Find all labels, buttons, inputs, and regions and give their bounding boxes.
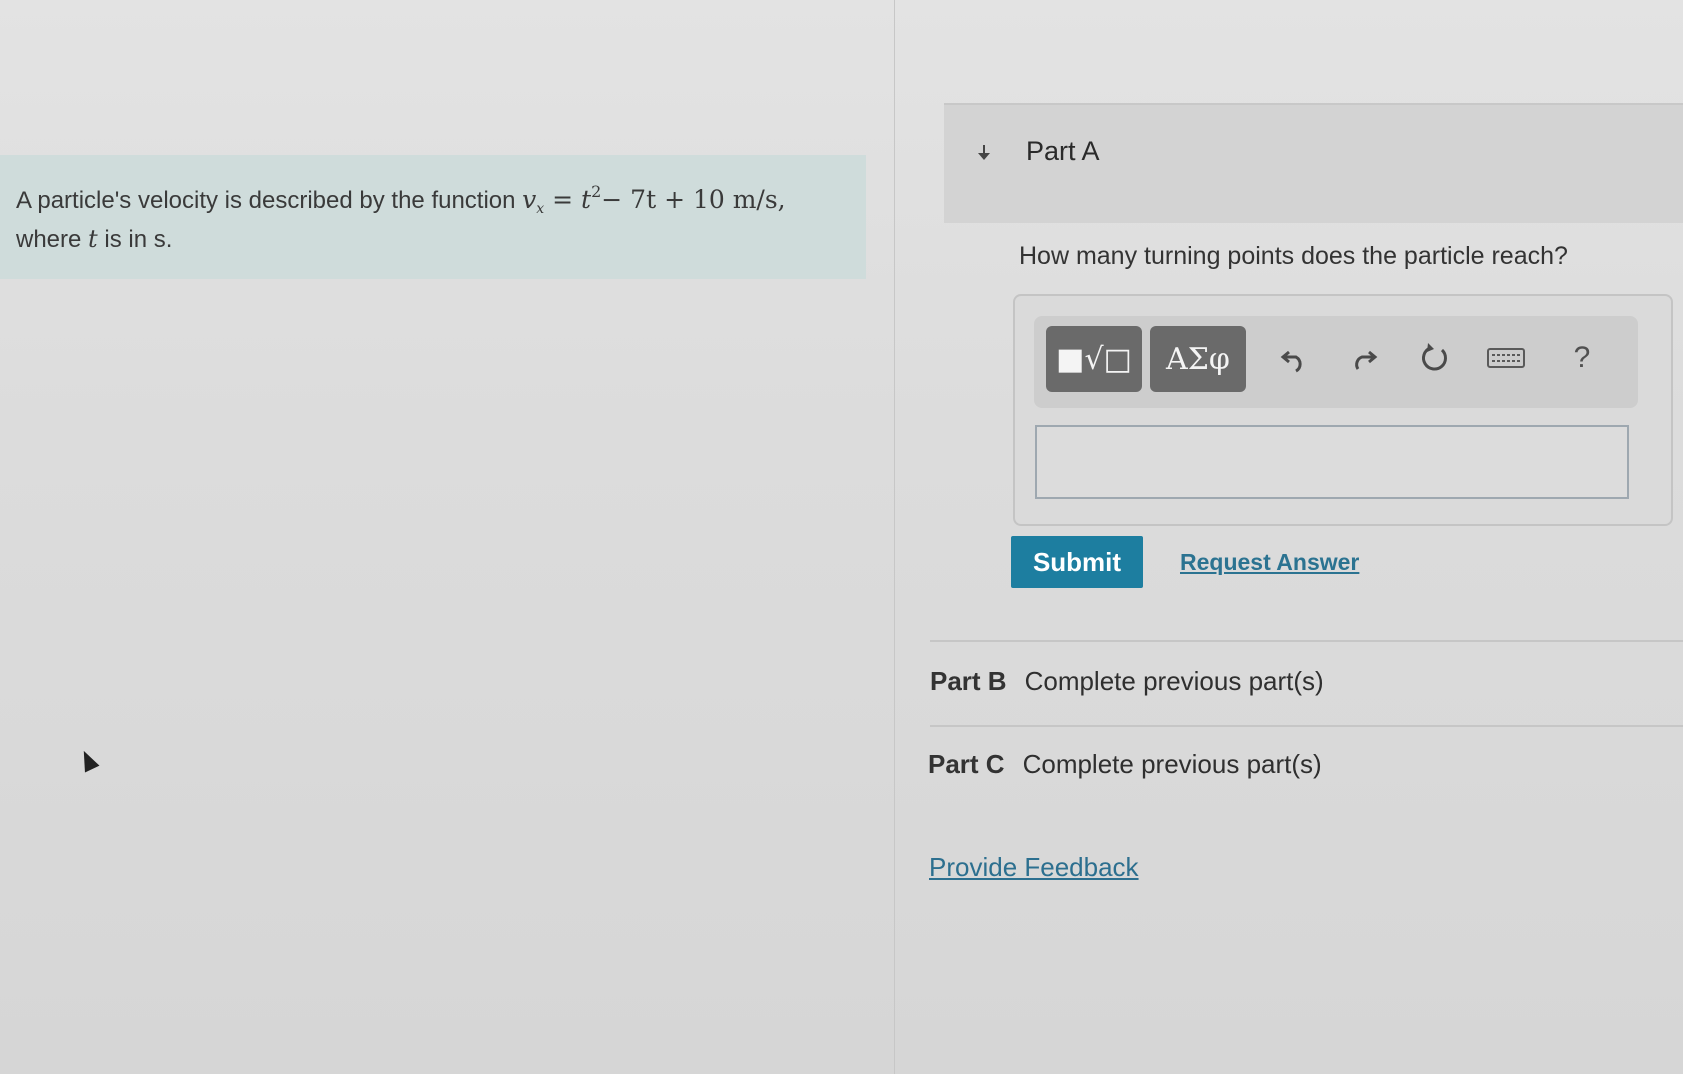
part-c-title: Part C (928, 749, 1005, 779)
part-b-status: Complete previous part(s) (1024, 666, 1324, 696)
parts-pane: Part A How many turning points does the … (896, 0, 1683, 1074)
part-c-status: Complete previous part(s) (1022, 749, 1322, 779)
question-text: How many turning points does the particl… (1019, 242, 1568, 270)
mouse-cursor-icon (76, 747, 100, 773)
request-answer-link[interactable]: Request Answer (1180, 549, 1359, 576)
symbols-icon: ΑΣφ (1166, 341, 1230, 377)
redo-icon[interactable] (1342, 336, 1386, 380)
problem-line-1: A particle's velocity is described by th… (16, 177, 866, 224)
help-button[interactable]: ? (1560, 336, 1604, 380)
collapse-arrow-icon[interactable] (976, 145, 992, 161)
equals-sign: = (544, 185, 582, 214)
velocity-equation: vx = t2− 7t + 10 m/s, (522, 182, 786, 217)
provide-feedback-link[interactable]: Provide Feedback (929, 852, 1139, 883)
part-c-row[interactable]: Part C Complete previous part(s) (928, 749, 1322, 780)
equation-remainder: − 7t + 10 m/s, (601, 185, 786, 214)
time-symbol: t (581, 185, 592, 214)
units-text: is in s. (97, 226, 173, 253)
templates-icon: ■√□ (1056, 341, 1132, 377)
divider (930, 725, 1683, 727)
math-toolbar: ■√□ ΑΣφ ? (1034, 316, 1638, 408)
reset-icon[interactable] (1412, 336, 1456, 380)
problem-text: A particle's velocity is described by th… (16, 187, 523, 214)
problem-line-2: where t is in s. (16, 224, 866, 255)
answer-input[interactable] (1035, 425, 1629, 499)
part-b-title: Part B (930, 666, 1007, 696)
where-text: where (16, 226, 89, 253)
submit-button[interactable]: Submit (1011, 536, 1143, 588)
templates-button[interactable]: ■√□ (1046, 326, 1142, 392)
part-b-row[interactable]: Part B Complete previous part(s) (930, 666, 1324, 697)
undo-icon[interactable] (1272, 336, 1316, 380)
help-icon: ? (1573, 341, 1591, 374)
problem-statement: A particle's velocity is described by th… (0, 155, 866, 279)
exponent: 2 (591, 182, 602, 201)
symbols-button[interactable]: ΑΣφ (1150, 326, 1246, 392)
part-a-title: Part A (1026, 136, 1100, 166)
divider (930, 640, 1683, 642)
problem-pane: A particle's velocity is described by th… (0, 0, 895, 1074)
page: A particle's velocity is described by th… (0, 0, 1683, 1074)
velocity-symbol: v (522, 185, 537, 214)
time-variable: t (88, 225, 98, 253)
keyboard-icon[interactable] (1484, 336, 1528, 380)
